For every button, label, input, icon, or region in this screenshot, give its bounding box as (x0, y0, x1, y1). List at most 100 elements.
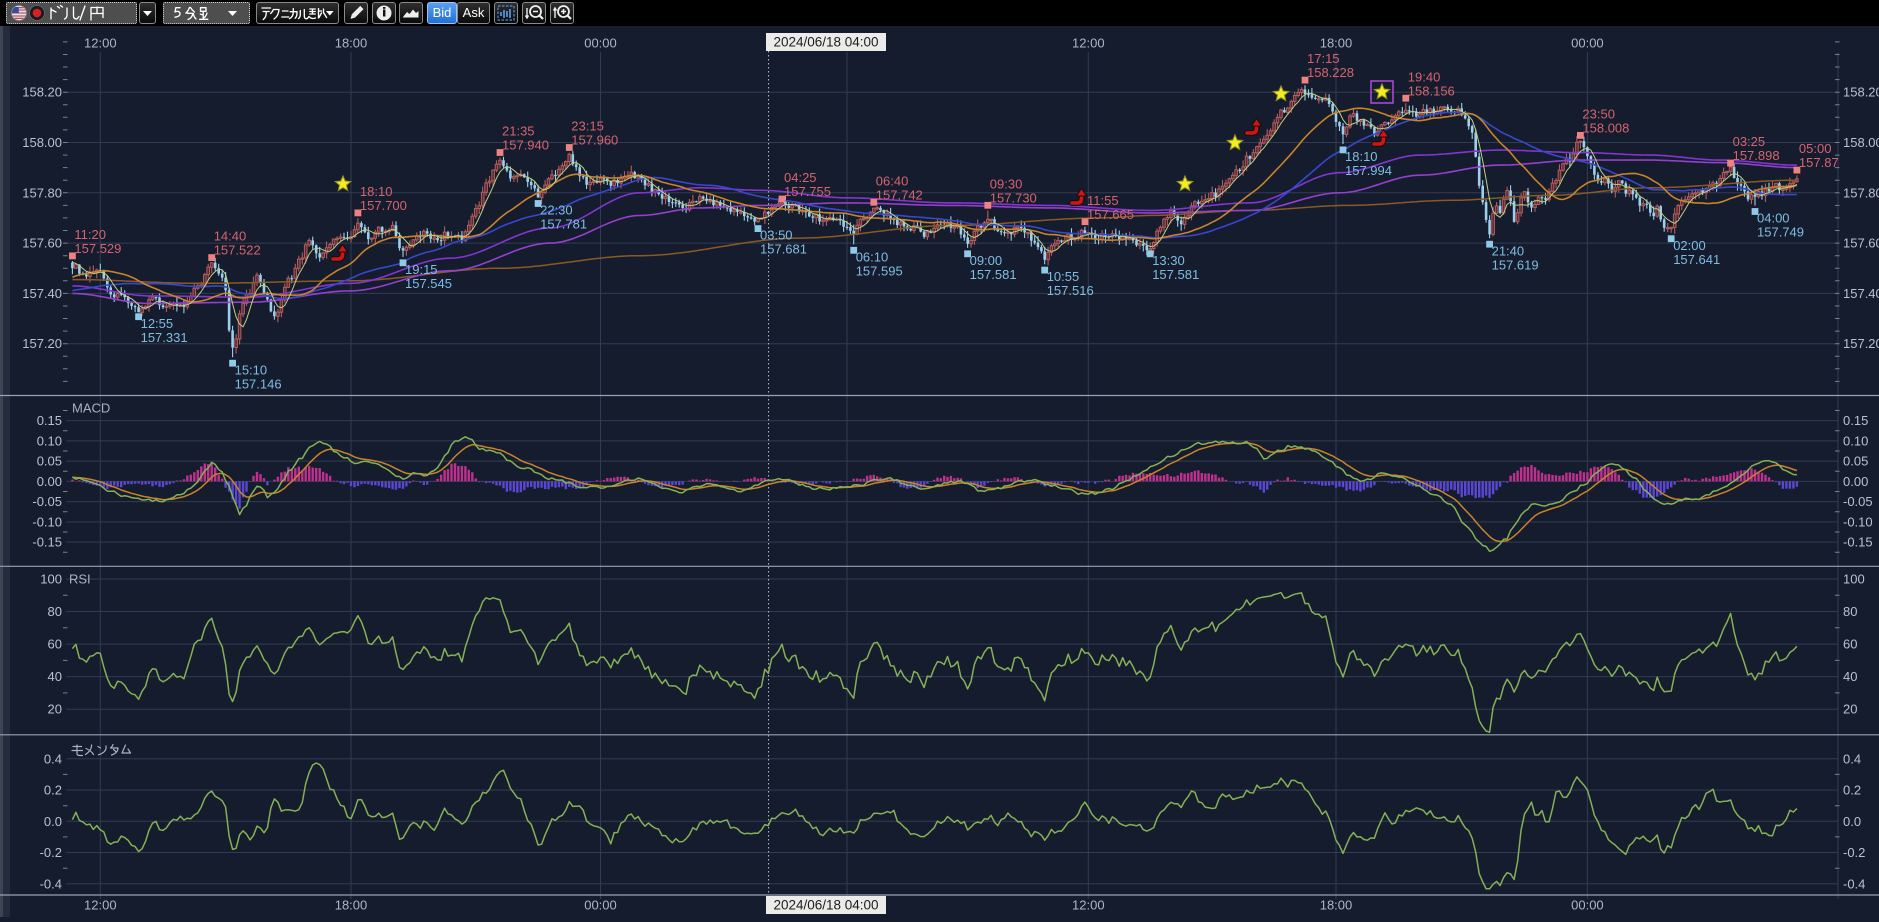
svg-text:0.0: 0.0 (1843, 814, 1861, 829)
svg-text:23:50: 23:50 (1582, 107, 1615, 122)
svg-text:0.2: 0.2 (1843, 783, 1861, 798)
svg-text:-0.2: -0.2 (1843, 845, 1865, 860)
svg-text:00:00: 00:00 (1571, 36, 1604, 51)
svg-text:0.0: 0.0 (44, 814, 62, 829)
svg-text:157.80: 157.80 (22, 185, 62, 200)
svg-text:21:40: 21:40 (1492, 243, 1525, 258)
svg-text:157.581: 157.581 (970, 267, 1017, 282)
svg-text:157.516: 157.516 (1047, 283, 1094, 298)
svg-text:12:00: 12:00 (1072, 36, 1105, 51)
svg-text:157.641: 157.641 (1673, 252, 1720, 267)
svg-text:157.619: 157.619 (1492, 257, 1539, 272)
svg-text:0.15: 0.15 (37, 413, 62, 428)
svg-text:-0.15: -0.15 (1843, 535, 1873, 550)
svg-text:157.331: 157.331 (141, 330, 188, 345)
svg-text:157.700: 157.700 (360, 198, 407, 213)
svg-text:40: 40 (48, 669, 62, 684)
svg-text:157.522: 157.522 (214, 243, 261, 258)
svg-text:158.00: 158.00 (1843, 135, 1879, 150)
svg-text:19:40: 19:40 (1408, 69, 1441, 84)
svg-text:0.10: 0.10 (37, 433, 62, 448)
svg-text:157.595: 157.595 (856, 263, 903, 278)
svg-text:22:30: 22:30 (540, 203, 573, 218)
svg-text:18:10: 18:10 (360, 184, 393, 199)
svg-text:-0.4: -0.4 (40, 876, 62, 891)
svg-text:0.05: 0.05 (1843, 454, 1868, 469)
svg-text:157.40: 157.40 (22, 286, 62, 301)
svg-text:158.228: 158.228 (1307, 65, 1354, 80)
svg-text:157.60: 157.60 (22, 236, 62, 251)
svg-text:18:00: 18:00 (1320, 36, 1353, 51)
svg-text:18:00: 18:00 (335, 898, 368, 913)
svg-text:12:00: 12:00 (84, 898, 117, 913)
svg-text:157.40: 157.40 (1843, 286, 1879, 301)
svg-text:00:00: 00:00 (584, 898, 617, 913)
svg-text:80: 80 (48, 604, 62, 619)
svg-text:0.00: 0.00 (1843, 474, 1868, 489)
svg-text:18:10: 18:10 (1345, 149, 1378, 164)
svg-text:157.20: 157.20 (22, 336, 62, 351)
svg-text:19:15: 19:15 (405, 262, 438, 277)
svg-text:158.156: 158.156 (1408, 83, 1455, 98)
svg-text:0.2: 0.2 (44, 783, 62, 798)
svg-text:157.742: 157.742 (876, 187, 923, 202)
svg-text:0.15: 0.15 (1843, 413, 1868, 428)
svg-text:11:20: 11:20 (74, 227, 106, 242)
svg-text:-0.10: -0.10 (32, 514, 62, 529)
svg-text:12:00: 12:00 (1072, 898, 1105, 913)
svg-text:157.730: 157.730 (990, 190, 1037, 205)
svg-text:-0.4: -0.4 (1843, 876, 1865, 891)
svg-text:158.20: 158.20 (22, 85, 62, 100)
svg-text:-0.10: -0.10 (1843, 514, 1873, 529)
svg-text:157.146: 157.146 (235, 376, 282, 391)
svg-text:80: 80 (1843, 604, 1857, 619)
svg-text:157.755: 157.755 (784, 184, 831, 199)
svg-text:100: 100 (40, 572, 62, 587)
svg-text:0.4: 0.4 (44, 751, 62, 766)
svg-text:157.994: 157.994 (1345, 163, 1392, 178)
svg-text:100: 100 (1843, 572, 1865, 587)
svg-text:03:25: 03:25 (1733, 134, 1766, 149)
svg-text:20: 20 (48, 702, 62, 717)
svg-text:23:15: 23:15 (571, 119, 604, 134)
svg-text:-0.2: -0.2 (40, 845, 62, 860)
svg-text:05:00: 05:00 (1799, 141, 1832, 156)
svg-text:09:00: 09:00 (970, 253, 1003, 268)
svg-text:04:00: 04:00 (1757, 211, 1790, 226)
svg-text:00:00: 00:00 (584, 36, 617, 51)
svg-text:11:55: 11:55 (1087, 193, 1119, 208)
svg-text:2024/06/18 04:00: 2024/06/18 04:00 (773, 35, 878, 50)
svg-text:-0.05: -0.05 (32, 494, 62, 509)
svg-text:157.898: 157.898 (1733, 148, 1780, 163)
svg-text:40: 40 (1843, 669, 1857, 684)
svg-text:13:30: 13:30 (1152, 253, 1185, 268)
svg-text:157.960: 157.960 (571, 133, 618, 148)
svg-text:00:00: 00:00 (1571, 898, 1604, 913)
svg-text:60: 60 (1843, 637, 1857, 652)
svg-text:157.80: 157.80 (1843, 185, 1879, 200)
svg-text:0.4: 0.4 (1843, 751, 1861, 766)
svg-text:-0.15: -0.15 (32, 535, 62, 550)
svg-text:-0.05: -0.05 (1843, 494, 1873, 509)
svg-text:158.00: 158.00 (22, 135, 62, 150)
svg-text:MACD: MACD (72, 401, 110, 416)
svg-text:21:35: 21:35 (502, 124, 535, 139)
svg-text:158.20: 158.20 (1843, 85, 1879, 100)
svg-text:157.781: 157.781 (540, 217, 587, 232)
svg-text:157.749: 157.749 (1757, 225, 1804, 240)
svg-text:0.00: 0.00 (37, 474, 62, 489)
svg-text:0.10: 0.10 (1843, 433, 1868, 448)
svg-text:15:10: 15:10 (235, 362, 268, 377)
svg-text:157.665: 157.665 (1087, 207, 1134, 222)
svg-text:60: 60 (48, 637, 62, 652)
svg-text:17:15: 17:15 (1307, 51, 1340, 66)
svg-text:12:55: 12:55 (141, 316, 174, 331)
svg-text:157.940: 157.940 (502, 138, 549, 153)
svg-text:14:40: 14:40 (214, 229, 247, 244)
svg-text:157.545: 157.545 (405, 276, 452, 291)
svg-text:03:50: 03:50 (760, 228, 793, 243)
svg-text:06:40: 06:40 (876, 173, 909, 188)
svg-text:158.008: 158.008 (1582, 121, 1629, 136)
svg-text:09:30: 09:30 (990, 176, 1023, 191)
svg-text:02:00: 02:00 (1673, 238, 1706, 253)
